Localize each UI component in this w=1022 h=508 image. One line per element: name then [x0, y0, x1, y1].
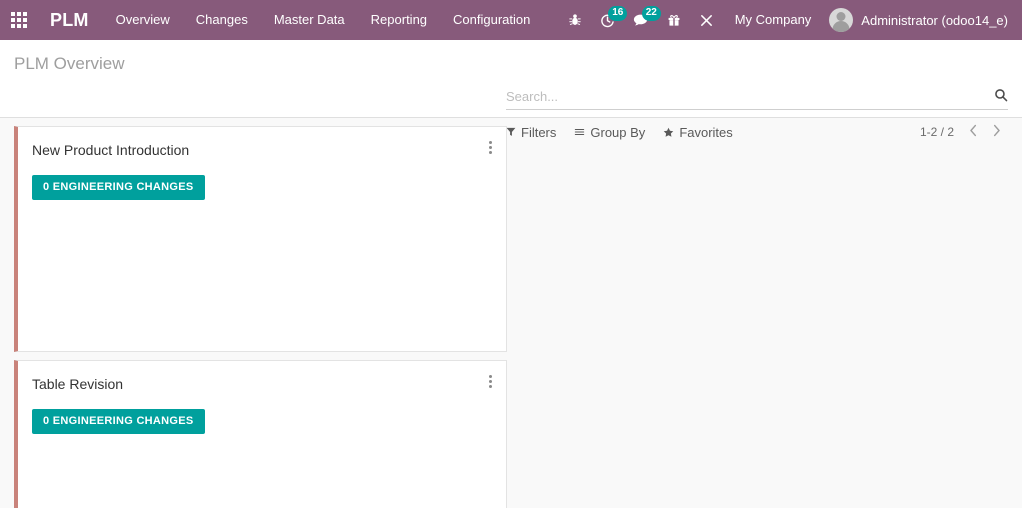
kanban-card-title: Table Revision: [32, 376, 124, 392]
kanban-card[interactable]: New Product Introduction 0 Engineering C…: [14, 126, 507, 352]
apps-menu-toggle[interactable]: [0, 0, 38, 40]
app-brand-plm[interactable]: PLM: [38, 10, 103, 31]
pager: 1-2 / 2: [920, 124, 1008, 140]
search-button[interactable]: [988, 88, 1008, 105]
filters-label: Filters: [521, 124, 557, 140]
search-view: [506, 88, 1008, 110]
chevron-left-icon: [969, 124, 978, 140]
pager-value: 1-2 / 2: [919, 125, 954, 139]
user-avatar-icon: [829, 8, 854, 32]
favorites-label: Favorites: [679, 124, 733, 140]
menu-configuration[interactable]: Configuration: [440, 0, 543, 40]
messaging-button[interactable]: 22: [624, 0, 661, 40]
gift-icon: [667, 13, 681, 27]
company-switcher[interactable]: My Company: [723, 0, 824, 40]
top-navbar: PLM Overview Changes Master Data Reporti…: [0, 0, 1022, 40]
tools-wrench-icon: [699, 13, 714, 28]
engineering-changes-button[interactable]: 0 Engineering Changes: [32, 175, 205, 200]
menu-overview[interactable]: Overview: [103, 0, 183, 40]
favorites-dropdown[interactable]: Favorites: [663, 124, 733, 140]
chevron-right-icon: [992, 124, 1001, 140]
search-options-bar: Filters Group By Favorites 1-2 / 2: [506, 124, 1008, 140]
control-panel: PLM Overview Fi: [0, 40, 1022, 140]
search-input[interactable]: [506, 89, 988, 104]
pager-previous-button[interactable]: [962, 124, 985, 140]
activities-button[interactable]: 16: [591, 0, 628, 40]
systray: 16 22: [559, 0, 723, 40]
user-menu-label: Administrator (odoo14_e): [861, 12, 1008, 28]
filter-buttons: Filters Group By Favorites: [506, 125, 751, 140]
menu-changes[interactable]: Changes: [183, 0, 261, 40]
debug-bug-button[interactable]: [559, 0, 591, 40]
engineering-changes-button[interactable]: 0 Engineering Changes: [32, 409, 205, 434]
apps-grid-icon: [11, 12, 27, 28]
filters-dropdown[interactable]: Filters: [506, 125, 556, 140]
search-icon: [994, 88, 1008, 105]
kebab-menu-icon[interactable]: [482, 137, 498, 157]
gift-button[interactable]: [658, 0, 690, 40]
funnel-icon: [506, 127, 516, 137]
kanban-view: New Product Introduction 0 Engineering C…: [0, 118, 1022, 508]
pager-next-button[interactable]: [985, 124, 1008, 140]
breadcrumb: PLM Overview: [14, 54, 125, 73]
main-menu: Overview Changes Master Data Reporting C…: [103, 0, 544, 40]
group-by-label: Group By: [590, 124, 646, 140]
bug-icon: [568, 13, 582, 27]
bars-icon: [574, 127, 585, 137]
kebab-menu-icon[interactable]: [482, 371, 498, 391]
menu-reporting[interactable]: Reporting: [358, 0, 440, 40]
user-menu[interactable]: Administrator (odoo14_e): [823, 0, 1012, 40]
group-by-dropdown[interactable]: Group By: [574, 125, 645, 140]
kanban-card[interactable]: Table Revision 0 Engineering Changes: [14, 360, 507, 508]
star-icon: [663, 127, 674, 138]
tools-button[interactable]: [690, 0, 723, 40]
kanban-card-title: New Product Introduction: [32, 142, 190, 158]
menu-master-data[interactable]: Master Data: [261, 0, 358, 40]
